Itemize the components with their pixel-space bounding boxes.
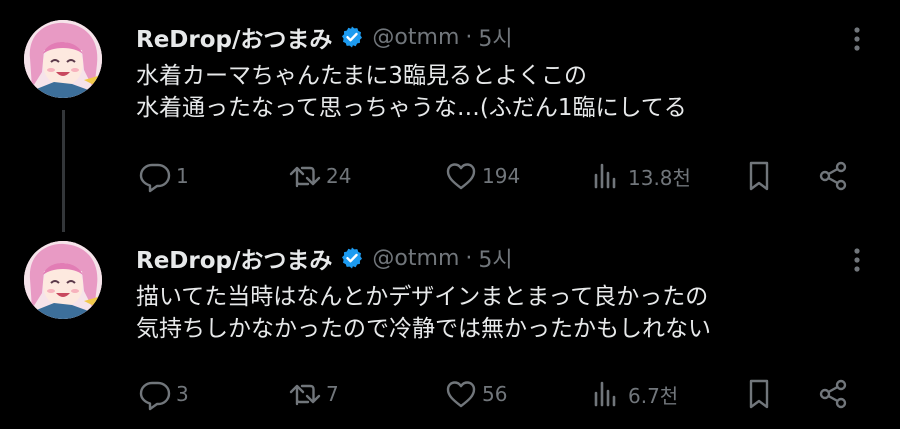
- view-count: 13.8천: [628, 165, 691, 190]
- like-icon: [446, 381, 476, 408]
- reply-button[interactable]: 1: [138, 156, 189, 196]
- avatar[interactable]: [24, 20, 102, 98]
- share-button[interactable]: [816, 374, 850, 414]
- verified-badge-icon: [342, 26, 363, 48]
- tweet[interactable]: ReDrop/おつまみ @otmm · 5시 水着カーマちゃんたまに3臨見るとよ…: [0, 0, 900, 232]
- views-button[interactable]: 13.8천: [590, 156, 691, 196]
- tweet-header: ReDrop/おつまみ @otmm · 5시: [136, 241, 513, 275]
- tweet-text-line: 水着通ったなって思っちゃうな…(ふだん1臨にしてる: [136, 95, 687, 121]
- thread-line: [62, 110, 65, 232]
- retweet-button[interactable]: 7: [288, 374, 339, 414]
- reply-count: 1: [176, 164, 189, 188]
- share-button[interactable]: [816, 156, 850, 196]
- tweet-header: ReDrop/おつまみ @otmm · 5시: [136, 20, 513, 54]
- bookmark-icon: [749, 161, 769, 191]
- retweet-icon: [289, 384, 321, 406]
- avatar-image: [24, 20, 102, 98]
- retweet-count: 7: [326, 382, 339, 406]
- reply-count: 3: [176, 382, 189, 406]
- avatar[interactable]: [24, 241, 102, 319]
- view-count: 6.7천: [628, 383, 679, 408]
- like-count: 56: [482, 382, 508, 406]
- views-button[interactable]: 6.7천: [590, 374, 678, 414]
- views-icon: [594, 381, 616, 407]
- like-count: 194: [482, 164, 521, 188]
- bookmark-button[interactable]: [742, 374, 776, 414]
- tweet-text-line: 気持ちしかなかったので冷静では無かったかもしれない: [136, 316, 711, 342]
- tweet-text: 水着カーマちゃんたまに3臨見るとよくこの 水着通ったなって思っちゃうな…(ふだん…: [136, 60, 687, 124]
- like-icon: [446, 163, 476, 190]
- separator: ·: [465, 245, 473, 271]
- tweet-text-line: 水着カーマちゃんたまに3臨見るとよくこの: [136, 63, 587, 89]
- tweet[interactable]: ReDrop/おつまみ @otmm · 5시 描いてた当時はなんとかデザインまと…: [0, 215, 900, 429]
- like-button[interactable]: 56: [444, 374, 507, 414]
- avatar-image: [24, 241, 102, 319]
- verified-badge-icon: [342, 247, 363, 269]
- action-bar: 1 24 194 13.8천: [136, 156, 860, 196]
- reply-icon: [139, 381, 171, 411]
- action-bar: 3 7 56 6.7천: [136, 374, 860, 414]
- more-options-icon[interactable]: [846, 24, 868, 54]
- author-name[interactable]: ReDrop/おつまみ: [136, 241, 332, 275]
- reply-icon: [139, 163, 171, 193]
- retweet-count: 24: [326, 164, 352, 188]
- views-icon: [594, 163, 616, 189]
- retweet-button[interactable]: 24: [288, 156, 351, 196]
- author-name[interactable]: ReDrop/おつまみ: [136, 20, 332, 54]
- author-handle[interactable]: @otmm: [372, 246, 459, 271]
- tweet-text: 描いてた当時はなんとかデザインまとまって良かったの 気持ちしかなかったので冷静で…: [136, 281, 711, 345]
- share-icon: [819, 161, 847, 191]
- bookmark-icon: [749, 379, 769, 409]
- separator: ·: [465, 24, 473, 50]
- bookmark-button[interactable]: [742, 156, 776, 196]
- share-icon: [819, 379, 847, 409]
- author-handle[interactable]: @otmm: [372, 25, 459, 50]
- timestamp[interactable]: 5시: [478, 242, 512, 274]
- more-options-icon[interactable]: [846, 245, 868, 275]
- retweet-icon: [289, 166, 321, 188]
- tweet-text-line: 描いてた当時はなんとかデザインまとまって良かったの: [136, 284, 709, 310]
- like-button[interactable]: 194: [444, 156, 520, 196]
- timestamp[interactable]: 5시: [478, 21, 512, 53]
- reply-button[interactable]: 3: [138, 374, 189, 414]
